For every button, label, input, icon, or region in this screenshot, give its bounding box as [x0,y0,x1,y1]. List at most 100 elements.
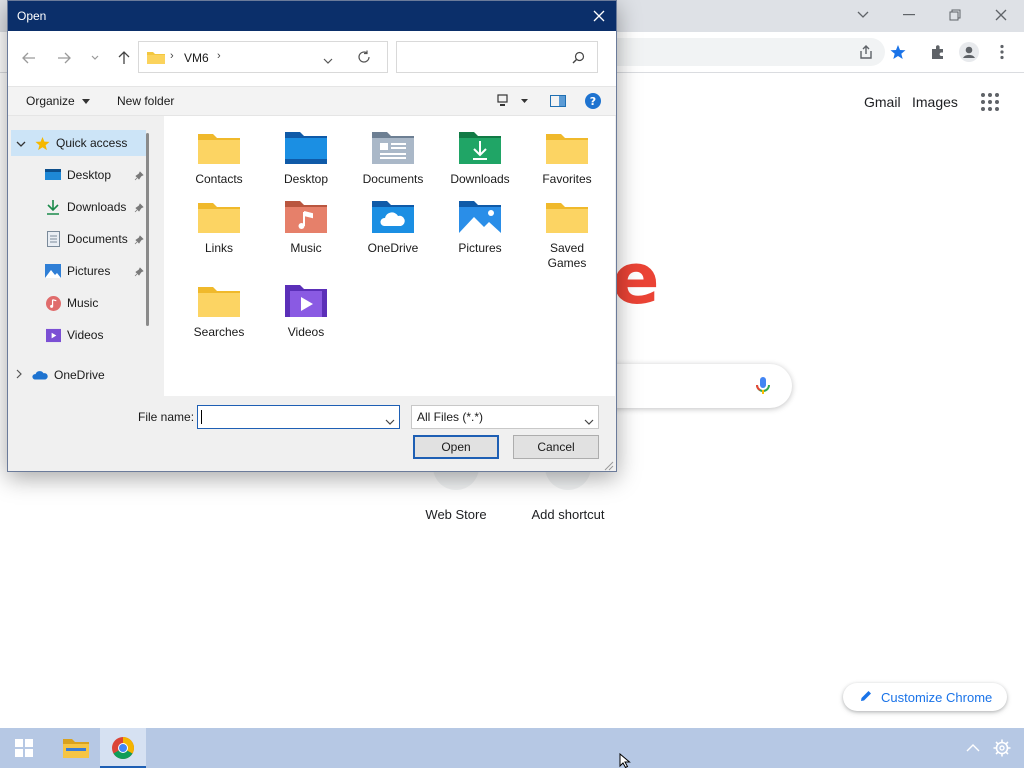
back-arrow-icon[interactable] [17,46,41,70]
folder-desktop[interactable]: Desktop [264,128,348,187]
organize-label: Organize [26,94,75,108]
minimize-icon[interactable] [896,4,922,26]
folder-label: Videos [287,325,325,339]
nav-item-label: Quick access [56,136,128,150]
file-name-label: File name: [138,410,195,424]
nav-item-label: Pictures [67,264,111,278]
file-type-value: All Files (*.*) [417,410,484,424]
gmail-link[interactable]: Gmail [864,94,901,110]
folder-music[interactable]: Music [264,197,348,256]
preview-pane-icon[interactable] [550,95,566,110]
folder-documents[interactable]: Documents [351,128,435,187]
desktop-icon [45,167,61,183]
folder-label: Music [290,241,322,255]
download-icon [45,199,61,215]
folder-label: OneDrive [367,241,419,255]
folder-small-icon [147,50,165,67]
documents-icon [45,231,61,247]
chrome-icon[interactable] [100,728,146,768]
folder-searches[interactable]: Searches [177,281,261,340]
chevron-down-icon[interactable] [385,414,395,428]
pin-icon[interactable] [134,202,144,213]
taskbar [0,728,1024,768]
svg-text:?: ? [590,95,596,108]
music-icon [45,295,61,311]
folder-videos[interactable]: Videos [264,281,348,340]
settings-gear-icon[interactable] [993,739,1011,760]
pin-icon[interactable] [134,266,144,277]
share-icon[interactable] [854,40,878,64]
organize-button[interactable]: Organize [26,94,91,108]
view-options-icon[interactable] [497,94,529,111]
restore-icon[interactable] [942,4,968,26]
new-folder-button[interactable]: New folder [117,94,174,108]
dialog-close-icon[interactable] [588,5,610,27]
web-store-label[interactable]: Web Store [416,507,496,522]
bookmark-star-icon[interactable] [886,40,910,64]
nav-item-documents[interactable]: Documents [45,226,128,252]
chevron-down-icon [82,99,91,105]
tab-search-icon[interactable] [850,4,876,26]
up-arrow-icon[interactable] [112,46,136,70]
folder-onedrive[interactable]: OneDrive [351,197,435,256]
open-button[interactable]: Open [413,435,499,459]
recent-locations-chevron-icon[interactable] [83,46,107,70]
pin-icon[interactable] [134,170,144,181]
show-hidden-icons-chevron-icon[interactable] [966,742,980,756]
customize-chrome-button[interactable]: Customize Chrome [843,683,1007,711]
folder-saved-games[interactable]: Saved Games [525,197,609,271]
folder-links[interactable]: Links [177,197,261,256]
forward-arrow-icon[interactable] [52,46,76,70]
menu-kebab-icon[interactable] [990,40,1014,64]
address-breadcrumb[interactable]: › VM6 › [138,41,388,73]
folder-icon [544,197,590,237]
help-icon[interactable]: ? [585,93,601,112]
desktop-folder-icon [283,128,329,168]
nav-item-pictures[interactable]: Pictures [45,258,110,284]
profile-avatar-icon[interactable] [957,40,981,64]
breadcrumb-separator-icon: › [170,50,174,62]
file-explorer-icon[interactable] [53,728,99,768]
add-shortcut-label[interactable]: Add shortcut [524,507,612,522]
nav-item-videos[interactable]: Videos [45,322,103,348]
close-icon[interactable] [988,4,1014,26]
pencil-icon [859,689,873,706]
expand-chevron-icon[interactable] [16,136,26,150]
file-name-input[interactable] [197,405,400,429]
folder-pictures[interactable]: Pictures [438,197,522,256]
address-dropdown-chevron-icon[interactable] [323,53,333,67]
star-icon [34,135,50,151]
folder-downloads[interactable]: Downloads [438,128,522,187]
search-input[interactable] [396,41,598,73]
nav-item-downloads[interactable]: Downloads [45,194,126,220]
google-logo: e [612,238,660,320]
start-icon[interactable] [1,728,47,768]
navigation-scrollbar[interactable] [146,133,149,326]
resize-grip-icon[interactable] [604,460,614,474]
refresh-icon[interactable] [357,50,371,67]
folder-contacts[interactable]: Contacts [177,128,261,187]
extensions-icon[interactable] [926,40,950,64]
cancel-button[interactable]: Cancel [513,435,599,459]
pin-icon[interactable] [134,234,144,245]
file-type-select[interactable]: All Files (*.*) [411,405,599,429]
onedrive-icon [32,367,48,383]
folder-label: Downloads [450,172,510,186]
breadcrumb-separator-icon[interactable]: › [217,50,221,62]
chevron-down-icon [584,414,594,428]
nav-item-desktop[interactable]: Desktop [45,162,111,188]
nav-item-label: OneDrive [54,368,105,382]
expand-chevron-icon[interactable] [16,368,22,382]
folder-label: Links [204,241,233,255]
images-link[interactable]: Images [912,94,958,110]
nav-item-onedrive[interactable]: OneDrive [16,362,105,388]
nav-item-quick-access[interactable]: Quick access [16,130,127,156]
nav-item-music[interactable]: Music [45,290,98,316]
folder-icon [196,128,242,168]
breadcrumb-vm6[interactable]: VM6 [184,51,209,65]
google-apps-icon[interactable] [980,92,1002,114]
folder-favorites[interactable]: Favorites [525,128,609,187]
voice-search-icon[interactable] [752,375,774,397]
folder-label: Saved Games [547,241,587,270]
folder-icon [196,281,242,321]
